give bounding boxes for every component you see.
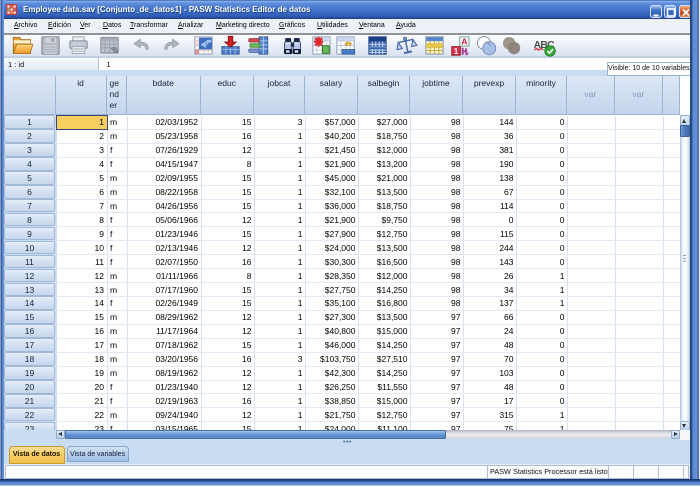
svg-text:A: A <box>461 36 467 46</box>
svg-text:1: 1 <box>453 46 458 55</box>
